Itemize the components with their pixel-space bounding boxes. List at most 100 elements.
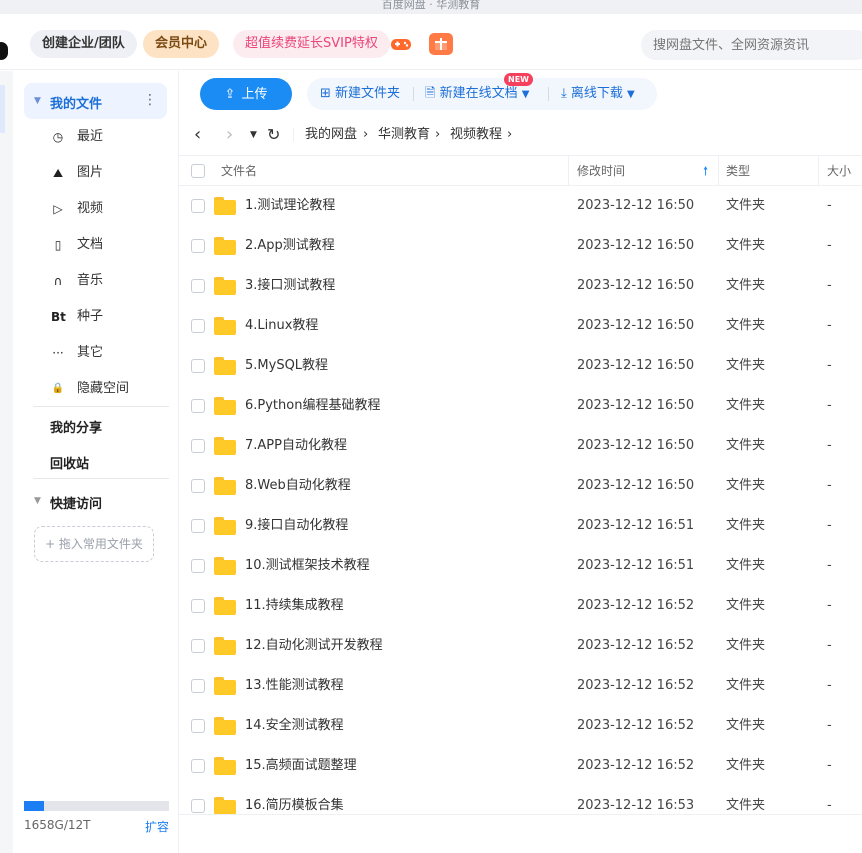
file-name[interactable]: 13.性能测试教程 (245, 666, 344, 706)
column-separator[interactable] (818, 156, 819, 186)
sidebar-quick-access[interactable]: 快捷访问 (50, 493, 102, 512)
header-name[interactable]: 文件名 (221, 156, 257, 186)
row-checkbox[interactable] (191, 799, 205, 813)
top-bar: 创建企业/团队 会员中心 超值续费延长SVIP特权 (0, 14, 862, 70)
gift-icon[interactable] (429, 33, 453, 55)
table-row[interactable]: 6.Python编程基础教程 2023-12-12 16:50 文件夹 - (179, 386, 862, 426)
back-arrow-icon[interactable]: ‹ (194, 123, 201, 147)
row-checkbox[interactable] (191, 759, 205, 773)
table-row[interactable]: 9.接口自动化教程 2023-12-12 16:51 文件夹 - (179, 506, 862, 546)
file-name[interactable]: 7.APP自动化教程 (245, 426, 347, 466)
table-row[interactable]: 2.App测试教程 2023-12-12 16:50 文件夹 - (179, 226, 862, 266)
file-name[interactable]: 16.简历模板合集 (245, 786, 344, 814)
sidebar-item-label: 音乐 (77, 273, 104, 288)
table-row[interactable]: 15.高频面试题整理 2023-12-12 16:52 文件夹 - (179, 746, 862, 786)
header-size[interactable]: 大小 (827, 156, 851, 186)
vip-center-button[interactable]: 会员中心 (143, 30, 220, 58)
more-vertical-icon[interactable]: ⋮ (143, 93, 157, 107)
folder-icon (214, 397, 236, 415)
drop-folder-zone[interactable]: + 拖入常用文件夹 (34, 526, 154, 562)
table-row[interactable]: 16.简历模板合集 2023-12-12 16:53 文件夹 - (179, 786, 862, 814)
folder-icon (214, 197, 236, 215)
sidebar-item-document[interactable]: ▯ 文档 (13, 227, 179, 263)
file-modified: 2023-12-12 16:51 (577, 558, 695, 573)
folder-icon (214, 757, 236, 775)
upload-button[interactable]: ⇪ 上传 (200, 78, 292, 110)
breadcrumb-item[interactable]: 视频教程 (450, 120, 502, 150)
sort-up-arrow-icon[interactable]: 🠕 (703, 156, 708, 186)
table-row[interactable]: 12.自动化测试开发教程 2023-12-12 16:52 文件夹 - (179, 626, 862, 666)
file-name[interactable]: 11.持续集成教程 (245, 586, 344, 626)
refresh-icon[interactable]: ↻ (267, 123, 280, 147)
expand-storage-link[interactable]: 扩容 (145, 818, 169, 835)
row-checkbox[interactable] (191, 559, 205, 573)
file-name[interactable]: 14.安全测试教程 (245, 706, 344, 746)
column-separator[interactable] (568, 156, 569, 186)
forward-arrow-icon[interactable]: › (226, 123, 233, 147)
sidebar-item-video[interactable]: ▷ 视频 (13, 191, 179, 227)
table-row[interactable]: 3.接口测试教程 2023-12-12 16:50 文件夹 - (179, 266, 862, 306)
file-name[interactable]: 3.接口测试教程 (245, 266, 335, 306)
row-checkbox[interactable] (191, 399, 205, 413)
file-name[interactable]: 5.MySQL教程 (245, 346, 328, 386)
collapse-triangle-icon[interactable]: ▼ (34, 496, 41, 506)
row-checkbox[interactable] (191, 439, 205, 453)
avatar[interactable] (0, 42, 8, 60)
file-name[interactable]: 10.测试框架技术教程 (245, 546, 370, 586)
row-checkbox[interactable] (191, 279, 205, 293)
row-checkbox[interactable] (191, 239, 205, 253)
offline-download-button[interactable]: ⤓ 离线下载 ▼ (561, 78, 635, 110)
row-checkbox[interactable] (191, 599, 205, 613)
file-name[interactable]: 6.Python编程基础教程 (245, 386, 380, 426)
sidebar-item-more[interactable]: ··· 其它 (13, 335, 179, 371)
table-row[interactable]: 5.MySQL教程 2023-12-12 16:50 文件夹 - (179, 346, 862, 386)
header-type[interactable]: 类型 (726, 156, 750, 186)
sidebar-item-image[interactable]: ⛰ 图片 (13, 155, 179, 191)
sidebar-item-bt[interactable]: Bt 种子 (13, 299, 179, 335)
sidebar-item-my-share[interactable]: 我的分享 (50, 417, 102, 436)
breadcrumb-item[interactable]: 华测教育 (378, 120, 430, 150)
row-checkbox[interactable] (191, 639, 205, 653)
expand-triangle-icon[interactable]: ▼ (34, 96, 41, 106)
table-row[interactable]: 10.测试框架技术教程 2023-12-12 16:51 文件夹 - (179, 546, 862, 586)
row-checkbox[interactable] (191, 359, 205, 373)
file-modified: 2023-12-12 16:50 (577, 238, 695, 253)
table-row[interactable]: 8.Web自动化教程 2023-12-12 16:50 文件夹 - (179, 466, 862, 506)
table-row[interactable]: 4.Linux教程 2023-12-12 16:50 文件夹 - (179, 306, 862, 346)
select-all-checkbox[interactable] (191, 164, 205, 178)
table-row[interactable]: 13.性能测试教程 2023-12-12 16:52 文件夹 - (179, 666, 862, 706)
gamepad-icon[interactable] (389, 33, 413, 55)
row-checkbox[interactable] (191, 319, 205, 333)
row-checkbox[interactable] (191, 679, 205, 693)
file-name[interactable]: 12.自动化测试开发教程 (245, 626, 383, 666)
breadcrumb-item[interactable]: 我的网盘 (305, 120, 357, 150)
file-name[interactable]: 2.App测试教程 (245, 226, 335, 266)
table-row[interactable]: 11.持续集成教程 2023-12-12 16:52 文件夹 - (179, 586, 862, 626)
history-dropdown-icon[interactable]: ▼ (250, 123, 257, 147)
row-checkbox[interactable] (191, 719, 205, 733)
row-checkbox[interactable] (191, 199, 205, 213)
search-input[interactable] (641, 30, 862, 60)
sidebar-item-lock[interactable]: 🔒 隐藏空间 (13, 371, 179, 407)
sidebar-item-recycle[interactable]: 回收站 (50, 453, 89, 472)
file-type: 文件夹 (726, 638, 766, 653)
table-row[interactable]: 7.APP自动化教程 2023-12-12 16:50 文件夹 - (179, 426, 862, 466)
folder-icon (214, 437, 236, 455)
row-checkbox[interactable] (191, 479, 205, 493)
table-row[interactable]: 1.测试理论教程 2023-12-12 16:50 文件夹 - (179, 186, 862, 226)
sidebar-item-clock[interactable]: ◷ 最近 (13, 119, 179, 155)
file-name[interactable]: 8.Web自动化教程 (245, 466, 351, 506)
file-name[interactable]: 1.测试理论教程 (245, 186, 335, 226)
header-modified[interactable]: 修改时间 (577, 156, 625, 186)
file-name[interactable]: 4.Linux教程 (245, 306, 318, 346)
create-team-button[interactable]: 创建企业/团队 (30, 30, 137, 58)
row-checkbox[interactable] (191, 519, 205, 533)
sidebar-item-headphones[interactable]: ∩ 音乐 (13, 263, 179, 299)
file-name[interactable]: 9.接口自动化教程 (245, 506, 348, 546)
svip-renew-button[interactable]: 超值续费延长SVIP特权 (233, 30, 390, 58)
table-header: 文件名 修改时间 🠕 类型 大小 (179, 155, 862, 186)
column-separator[interactable] (718, 156, 719, 186)
file-name[interactable]: 15.高频面试题整理 (245, 746, 357, 786)
table-row[interactable]: 14.安全测试教程 2023-12-12 16:52 文件夹 - (179, 706, 862, 746)
new-folder-button[interactable]: ⊞ 新建文件夹 (320, 78, 400, 110)
